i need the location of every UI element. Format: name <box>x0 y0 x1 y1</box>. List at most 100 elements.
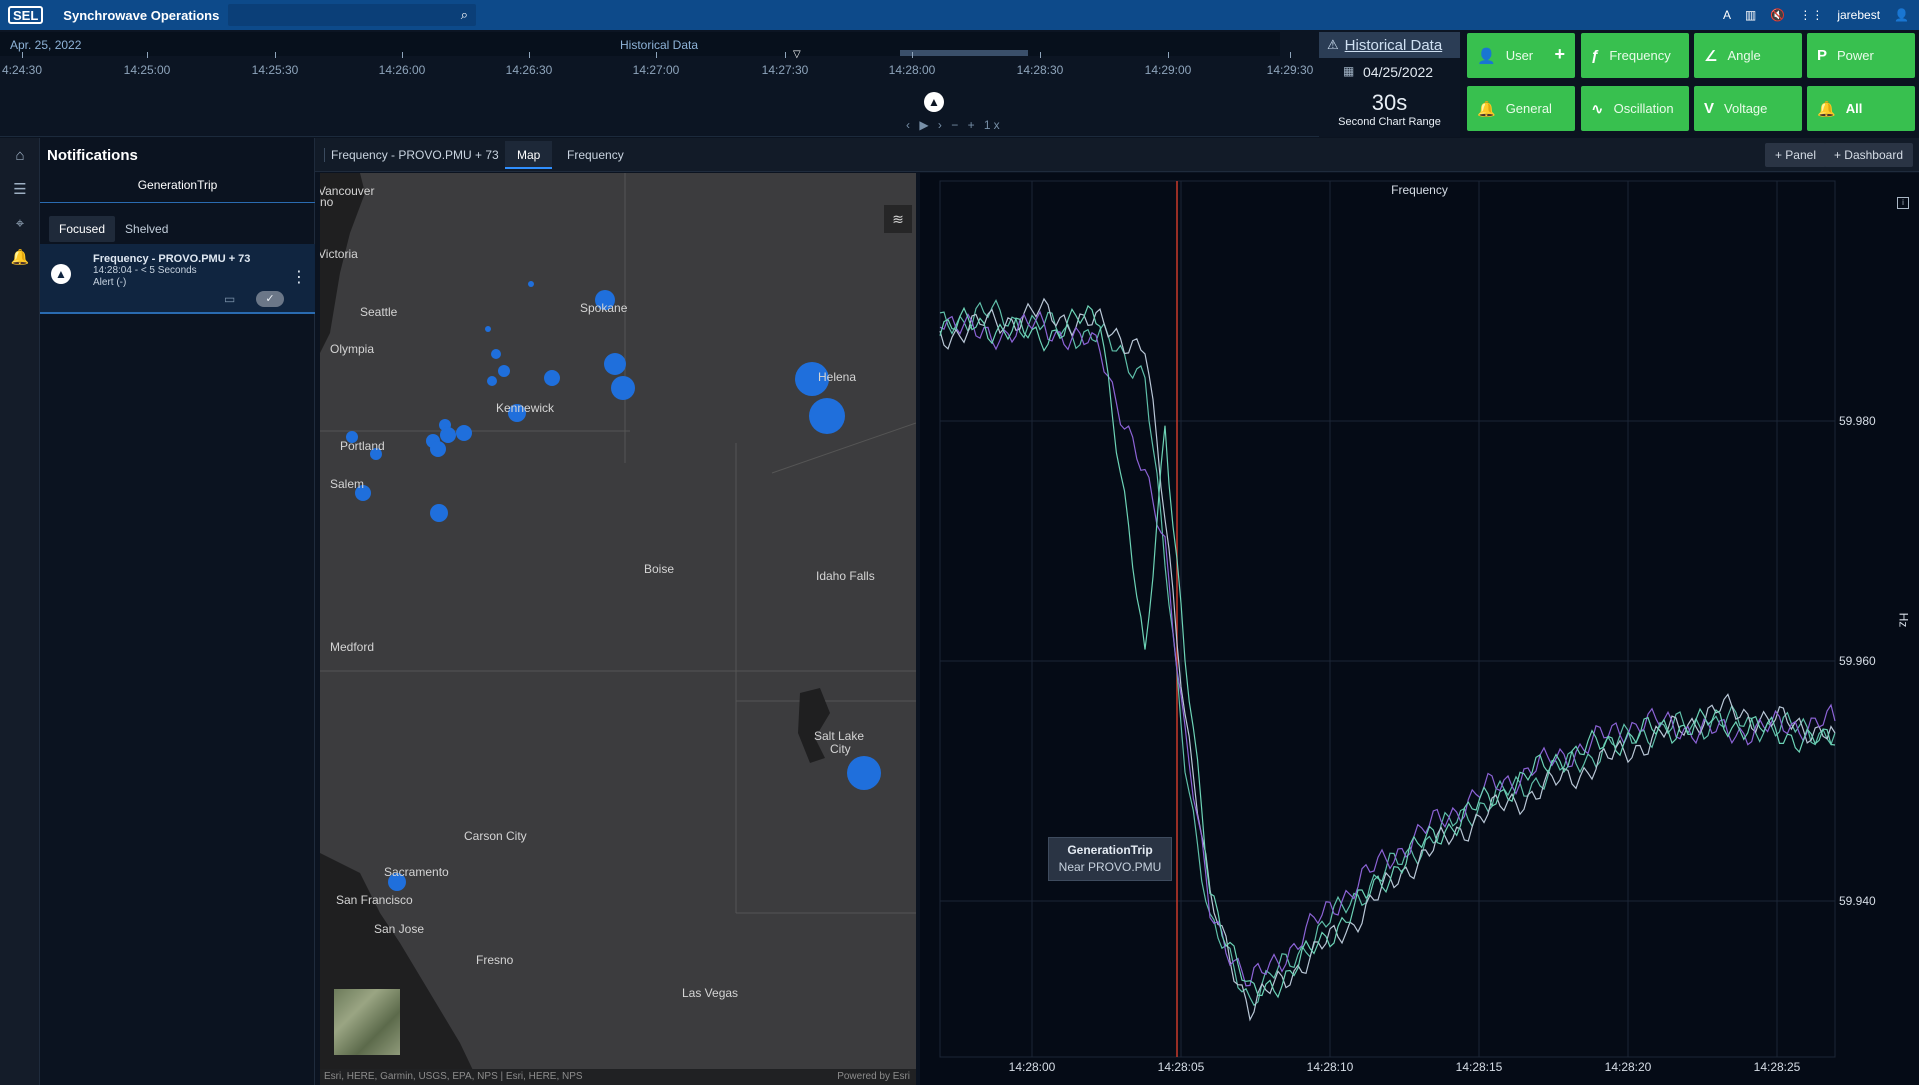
notification-title: Frequency - PROVO.PMU + 73 <box>93 253 251 265</box>
timeline-tick-label: 14:27:30 <box>761 63 809 77</box>
list-icon[interactable]: ☰ <box>0 172 40 206</box>
timeline-tick-label: 14:29:30 <box>1266 63 1314 77</box>
notification-time: 14:28:04 - < 5 Seconds <box>93 265 197 276</box>
tooltip-title: GenerationTrip <box>1067 843 1153 857</box>
timeline-tick-label: 14:25:30 <box>251 63 299 77</box>
frequency-series-line <box>939 304 1836 999</box>
tooltip-text: Near PROVO.PMU <box>1058 860 1162 874</box>
add-dashboard-button[interactable]: + Dashboard <box>1823 143 1913 167</box>
filter-general-button[interactable]: 🔔 General <box>1467 86 1575 131</box>
alert-icon: ▲ <box>51 264 71 284</box>
x-tick-label: 14:28:25 <box>1754 1060 1801 1074</box>
notification-card[interactable]: ▲ Frequency - PROVO.PMU + 73 14:28:04 - … <box>40 244 315 314</box>
location-pin-icon[interactable]: ⌖ <box>0 206 40 240</box>
historical-header[interactable]: ⚠ Historical Data <box>1319 32 1460 58</box>
bell-icon[interactable]: 🔔 <box>0 240 40 274</box>
pmu-marker[interactable] <box>809 398 845 434</box>
filter-label: Oscillation <box>1613 101 1674 116</box>
add-panel-button[interactable]: + Panel <box>1764 143 1826 167</box>
divider <box>40 202 315 203</box>
add-panel-label: Panel <box>1785 148 1816 162</box>
timeline-marker-icon[interactable]: ▽ <box>793 49 801 60</box>
timeline-selection[interactable] <box>900 50 1028 56</box>
username[interactable]: jarebest <box>1837 8 1880 22</box>
frequency-chart[interactable]: Frequency i 14:28:00 14:28:05 14:28:10 14:2… <box>920 173 1919 1085</box>
filter-voltage-button[interactable]: V Voltage <box>1694 86 1802 131</box>
layout-icon[interactable]: ▥ <box>1745 8 1756 22</box>
tab-shelved[interactable]: Shelved <box>115 216 178 242</box>
pmu-marker[interactable] <box>544 370 560 386</box>
panel-title: Frequency - PROVO.PMU + 73 <box>324 148 499 162</box>
pmu-marker[interactable] <box>847 756 881 790</box>
mute-icon[interactable]: 🔇 <box>1770 8 1785 22</box>
timeline-tick-label: 14:29:00 <box>1144 63 1192 77</box>
pmu-marker[interactable] <box>430 441 446 457</box>
map-label: Portland <box>340 439 385 453</box>
timeline[interactable]: Apr. 25, 2022 Historical Data ▽ 4:24:30 1… <box>0 30 1319 137</box>
filter-user-button[interactable]: 👤 User + <box>1467 33 1575 78</box>
timeline-controls[interactable]: ‹ ▶ › − + 1x <box>906 118 1003 132</box>
tab-frequency[interactable]: Frequency <box>555 141 636 169</box>
timeline-alert-icon[interactable]: ▲ <box>924 92 944 112</box>
y-tick-label: 59.940 <box>1839 894 1876 908</box>
top-bar: SEL Synchrowave Operations ⌕ A ▥ 🔇 ⋮⋮ ja… <box>0 0 1919 30</box>
timeline-tick-label: 14:28:00 <box>888 63 936 77</box>
filter-angle-button[interactable]: ∠ Angle <box>1694 33 1802 78</box>
general-filter-icon: 🔔 <box>1477 100 1496 118</box>
pmu-marker[interactable] <box>456 425 472 441</box>
timeline-tick-label: 14:26:30 <box>505 63 553 77</box>
timeline-tick-label: 4:24:30 <box>1 63 43 77</box>
pmu-marker[interactable] <box>498 365 510 377</box>
timeline-tick <box>275 52 276 58</box>
notification-status: Alert (-) <box>93 277 127 288</box>
map-view[interactable]: Vancouver no Victoria Seattle Olympia Spokane… <box>320 173 916 1085</box>
layers-icon[interactable]: ≋ <box>884 205 912 233</box>
pmu-marker[interactable] <box>430 504 448 522</box>
filter-label: All <box>1845 101 1863 116</box>
apps-grid-icon[interactable]: ⋮⋮ <box>1799 8 1823 22</box>
calendar-icon[interactable]: ▦ <box>1343 64 1354 78</box>
comment-icon[interactable]: ▭ <box>224 292 235 306</box>
search-icon[interactable]: ⌕ <box>461 7 468 23</box>
pmu-marker[interactable] <box>491 349 501 359</box>
pmu-marker[interactable] <box>528 281 534 287</box>
tab-focused[interactable]: Focused <box>49 216 116 242</box>
map-label: City <box>830 742 851 756</box>
historical-title[interactable]: Historical Data <box>1345 37 1443 54</box>
filter-oscillation-button[interactable]: ∿ Oscillation <box>1581 86 1689 131</box>
pmu-marker[interactable] <box>487 376 497 386</box>
oscillation-filter-icon: ∿ <box>1591 100 1604 118</box>
pmu-marker[interactable] <box>611 376 635 400</box>
timeline-tick <box>1168 52 1169 58</box>
acknowledge-button[interactable]: ✓ <box>256 291 284 307</box>
user-icon[interactable]: 👤 <box>1894 8 1909 22</box>
map-label: no <box>320 195 334 209</box>
pmu-marker[interactable] <box>604 353 626 375</box>
search-input[interactable]: ⌕ <box>228 4 476 26</box>
basemap-toggle[interactable] <box>334 989 400 1055</box>
tab-map[interactable]: Map <box>505 141 553 169</box>
historical-date[interactable]: 04/25/2022 <box>1363 64 1433 80</box>
chart-range-label: Second Chart Range <box>1338 116 1441 128</box>
filter-power-button[interactable]: P Power <box>1807 33 1915 78</box>
more-options-icon[interactable]: ⋮ <box>291 267 307 287</box>
pmu-marker[interactable] <box>440 427 456 443</box>
powered-by[interactable]: Powered by Esri <box>837 1069 910 1085</box>
x-tick-label: 14:28:10 <box>1307 1060 1354 1074</box>
event-tooltip: GenerationTrip Near PROVO.PMU <box>1048 837 1172 881</box>
timeline-tick <box>22 52 23 58</box>
timeline-mode-label: Historical Data <box>620 38 699 52</box>
home-icon[interactable]: ⌂ <box>0 138 40 172</box>
add-user-filter-icon[interactable]: + <box>1554 44 1565 65</box>
app-logo: SEL <box>8 6 44 24</box>
filter-frequency-button[interactable]: ƒ Frequency <box>1581 33 1689 78</box>
notifications-panel: Notifications GenerationTrip Focused She… <box>40 138 315 1085</box>
map-label: Spokane <box>580 301 628 315</box>
pmu-marker[interactable] <box>485 326 491 332</box>
timeline-tick <box>656 52 657 58</box>
filter-all-button[interactable]: 🔔 All <box>1807 86 1915 131</box>
y-axis-label: Hz <box>1896 612 1911 628</box>
timeline-speed: 1x <box>983 118 1003 132</box>
frequency-filter-icon: ƒ <box>1591 47 1600 64</box>
language-icon[interactable]: A <box>1723 8 1731 22</box>
